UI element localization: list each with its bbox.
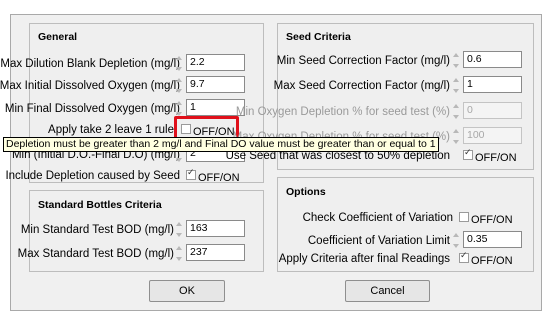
max-seed-correction-input[interactable]: 1 [463, 76, 522, 93]
use-closest-seed-toggle-label: OFF/ON [475, 152, 517, 164]
seed-title: Seed Criteria [286, 31, 351, 43]
include-depletion-toggle-label: OFF/ON [198, 172, 240, 184]
max-oxygen-depletion-spinner[interactable] [453, 128, 459, 145]
general-title: General [38, 31, 78, 43]
max-oxygen-depletion-input[interactable]: 100 [463, 127, 522, 144]
max-dilution-label: Max Dilution Blank Depletion (mg/l) [0, 58, 180, 70]
ok-button[interactable]: OK [149, 280, 225, 302]
min-seed-correction-input[interactable]: 0.6 [463, 51, 522, 68]
check-cov-toggle-label: OFF/ON [471, 214, 513, 226]
min-standard-bod-input[interactable]: 163 [186, 220, 245, 237]
max-initial-do-label: Max Initial Dissolved Oxygen (mg/l) [0, 80, 180, 92]
check-cov-label: Check Coefficient of Variation [302, 212, 453, 224]
max-standard-bod-label: Max Standard Test BOD (mg/l) [17, 248, 174, 260]
use-closest-seed-checkbox[interactable]: OFF/ON [463, 147, 517, 164]
check-cov-checkbox[interactable]: OFF/ON [459, 212, 513, 226]
max-dilution-input[interactable]: 2.2 [186, 54, 245, 71]
validation-tooltip: Depletion must be greater than 2 mg/l an… [3, 137, 439, 152]
min-seed-correction-label: Min Seed Correction Factor (mg/l) [276, 55, 450, 67]
apply-after-final-toggle-label: OFF/ON [471, 255, 513, 267]
max-dilution-spinner[interactable] [176, 55, 182, 72]
options-title: Options [286, 186, 326, 198]
min-oxygen-depletion-input[interactable]: 0 [463, 102, 522, 119]
max-seed-correction-label: Max Seed Correction Factor (mg/l) [273, 80, 450, 92]
include-depletion-label: Include Depletion caused by Seed [5, 170, 180, 182]
use-closest-seed-box[interactable] [463, 147, 473, 160]
cov-limit-input[interactable]: 0.35 [463, 231, 522, 248]
max-standard-bod-input[interactable]: 237 [186, 244, 245, 261]
min-seed-correction-spinner[interactable] [453, 52, 459, 69]
max-seed-correction-spinner[interactable] [453, 77, 459, 94]
min-standard-bod-spinner[interactable] [176, 221, 182, 238]
cancel-button[interactable]: Cancel [345, 280, 430, 302]
max-standard-bod-spinner[interactable] [176, 245, 182, 262]
cov-limit-spinner[interactable] [453, 232, 459, 249]
apply-take2-label: Apply take 2 leave 1 rule [48, 124, 174, 136]
min-oxygen-depletion-spinner[interactable] [453, 103, 459, 120]
apply-after-final-label: Apply Criteria after final Readings [278, 253, 450, 265]
min-standard-bod-label: Min Standard Test BOD (mg/l) [20, 224, 174, 236]
check-cov-box[interactable] [459, 212, 469, 222]
include-depletion-checkbox[interactable]: OFF/ON [186, 167, 240, 184]
max-initial-do-spinner[interactable] [176, 77, 182, 94]
cov-limit-label: Coefficient of Variation Limit [307, 235, 450, 247]
min-final-do-label: Min Final Dissolved Oxygen (mg/l) [4, 103, 180, 115]
standard-bottles-title: Standard Bottles Criteria [38, 199, 162, 211]
apply-after-final-box[interactable] [459, 250, 469, 263]
min-final-do-spinner[interactable] [176, 100, 182, 117]
max-initial-do-input[interactable]: 9.7 [186, 76, 245, 93]
apply-after-final-checkbox[interactable]: OFF/ON [459, 250, 513, 267]
min-oxygen-depletion-label: Min Oxygen Depletion % for seed test (%) [235, 106, 450, 118]
include-depletion-box[interactable] [186, 167, 196, 180]
